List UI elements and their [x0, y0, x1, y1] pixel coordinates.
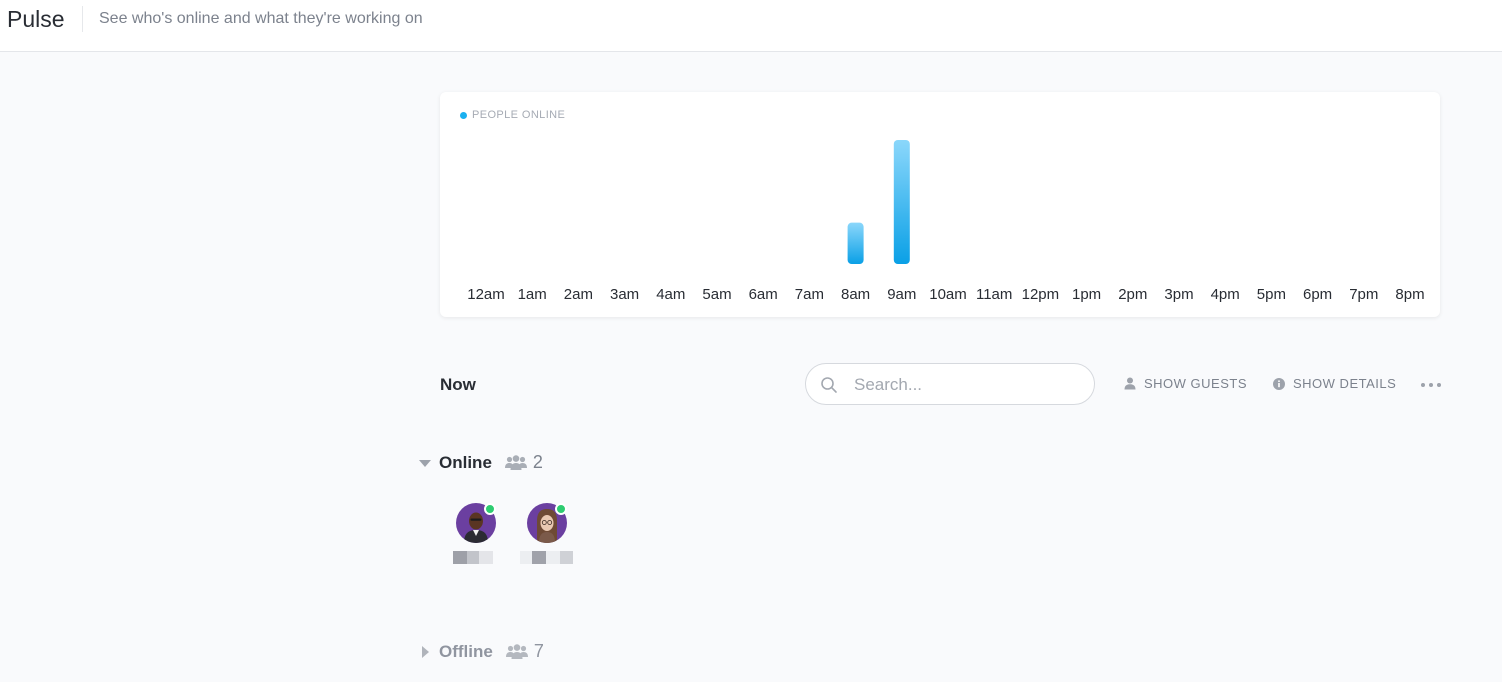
x-tick-label: 12am [467, 286, 505, 303]
x-tick-label: 7pm [1349, 286, 1378, 303]
x-tick-label: 8pm [1395, 286, 1424, 303]
title-divider [82, 6, 83, 32]
offline-group-label: Offline [439, 641, 493, 661]
people-online-chart: 12am 1am 2am 3am 4am 5am 6am 7am 8am 9am 10am 11am 1… [467, 140, 1425, 303]
x-tick-label: 5am [702, 286, 731, 303]
x-tick-label: 12pm [1022, 286, 1060, 303]
show-details-label: SHOW DETAILS [1293, 376, 1397, 391]
member-name-redacted [512, 551, 582, 565]
now-section-title: Now [440, 375, 476, 394]
x-tick-label: 7am [795, 286, 824, 303]
online-group-label: Online [439, 452, 492, 472]
x-tick-label: 4pm [1211, 286, 1240, 303]
page-title: Pulse [7, 6, 65, 32]
online-group-toggle[interactable]: Online 2 [418, 452, 543, 473]
online-count: 2 [532, 452, 543, 472]
x-tick-label: 2am [564, 286, 593, 303]
x-tick-label: 1pm [1072, 286, 1101, 303]
x-tick-label: 8am [841, 286, 870, 303]
caret-right-icon [422, 645, 429, 658]
search-input[interactable] [854, 373, 1079, 397]
show-guests-button[interactable]: SHOW GUESTS [1124, 376, 1247, 391]
offline-group-toggle[interactable]: Offline 7 [418, 641, 544, 662]
show-details-button[interactable]: SHOW DETAILS [1273, 376, 1396, 391]
online-status-dot-icon [484, 503, 496, 515]
people-icon [504, 454, 527, 470]
show-guests-label: SHOW GUESTS [1144, 376, 1248, 391]
info-icon [1273, 377, 1285, 390]
people-online-chart-card: PEOPLE ONLINE 12am 1am 2am 3am 4am 5am 6am 7am 8… [440, 92, 1440, 317]
x-tick-label: 6am [749, 286, 778, 303]
x-tick-label: 3pm [1164, 286, 1193, 303]
search-box[interactable] [805, 363, 1095, 405]
user-icon [1124, 377, 1136, 390]
ellipsis-icon[interactable] [1420, 381, 1442, 389]
x-tick-label: 5pm [1257, 286, 1286, 303]
member-name-redacted [441, 551, 511, 565]
x-tick-label: 11am [976, 286, 1012, 303]
x-tick-label: 3am [610, 286, 639, 303]
top-bar: Pulse See who's online and what they're … [0, 0, 1502, 52]
x-tick-label: 10am [929, 286, 967, 303]
x-tick-label: 9am [887, 286, 916, 303]
x-tick-label: 6pm [1303, 286, 1332, 303]
x-tick-label: 4am [656, 286, 685, 303]
page-subtitle: See who's online and what they're workin… [99, 10, 423, 27]
bar-8am[interactable] [847, 222, 864, 264]
online-status-dot-icon [555, 503, 567, 515]
offline-count: 7 [533, 641, 544, 661]
caret-down-icon [419, 459, 431, 467]
x-tick-label: 2pm [1118, 286, 1147, 303]
search-icon [821, 377, 837, 393]
x-tick-label: 1am [518, 286, 547, 303]
online-member-card[interactable] [512, 503, 582, 571]
online-member-card[interactable] [441, 503, 511, 571]
people-icon [505, 643, 528, 659]
bar-9am[interactable] [893, 140, 910, 264]
